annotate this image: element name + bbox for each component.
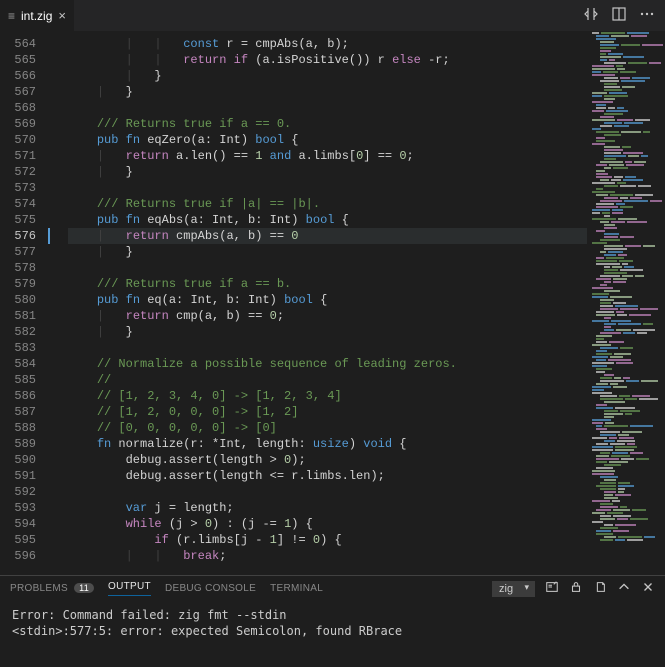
code-line: var j = length; — [68, 500, 587, 516]
line-number: 592 — [0, 484, 50, 500]
code-area[interactable]: | | const r = cmpAbs(a, b); | | return i… — [50, 32, 587, 575]
line-number: 575 — [0, 212, 50, 228]
line-number: 576 — [0, 228, 50, 244]
code-line: | } — [68, 324, 587, 340]
minimap[interactable] — [587, 32, 665, 575]
output-line: <stdin>:577:5: error: expected Semicolon… — [12, 623, 653, 639]
line-number: 596 — [0, 548, 50, 564]
line-number-gutter: 5645655665675685695705715725735745755765… — [0, 32, 50, 575]
code-line: if (r.limbs[j - 1] != 0) { — [68, 532, 587, 548]
code-line — [68, 484, 587, 500]
code-line — [68, 180, 587, 196]
code-line: | | const r = cmpAbs(a, b); — [68, 36, 587, 52]
panel-close-icon[interactable] — [641, 580, 655, 597]
line-number: 583 — [0, 340, 50, 356]
line-number: 564 — [0, 36, 50, 52]
code-line: // — [68, 372, 587, 388]
panel-tab-terminal[interactable]: TERMINAL — [270, 583, 323, 594]
line-number: 568 — [0, 100, 50, 116]
code-line: | return cmpAbs(a, b) == 0 — [68, 228, 587, 244]
code-line: fn normalize(r: *Int, length: usize) voi… — [68, 436, 587, 452]
line-number: 582 — [0, 324, 50, 340]
panel-tab-problems[interactable]: PROBLEMS 11 — [10, 583, 94, 594]
line-number: 577 — [0, 244, 50, 260]
line-number: 589 — [0, 436, 50, 452]
more-icon[interactable] — [639, 6, 655, 26]
code-line: | return a.len() == 1 and a.limbs[0] == … — [68, 148, 587, 164]
code-line: debug.assert(length <= r.limbs.len); — [68, 468, 587, 484]
code-line: // [1, 2, 0, 0, 0] -> [1, 2] — [68, 404, 587, 420]
code-line: | } — [68, 84, 587, 100]
active-line-indicator — [48, 228, 50, 244]
tab-filename: int.zig — [21, 9, 52, 23]
split-editor-icon[interactable] — [611, 6, 627, 26]
tab-int-zig[interactable]: ≡ int.zig × — [0, 0, 74, 31]
file-icon: ≡ — [8, 9, 15, 23]
line-number: 571 — [0, 148, 50, 164]
code-line — [68, 100, 587, 116]
code-line: pub fn eq(a: Int, b: Int) bool { — [68, 292, 587, 308]
code-line: pub fn eqAbs(a: Int, b: Int) bool { — [68, 212, 587, 228]
clear-output-icon[interactable] — [545, 580, 559, 597]
line-number: 565 — [0, 52, 50, 68]
line-number: 581 — [0, 308, 50, 324]
code-line: | } — [68, 68, 587, 84]
line-number: 590 — [0, 452, 50, 468]
code-line: | return cmp(a, b) == 0; — [68, 308, 587, 324]
line-number: 578 — [0, 260, 50, 276]
compare-icon[interactable] — [583, 6, 599, 26]
line-number: 593 — [0, 500, 50, 516]
code-line — [68, 260, 587, 276]
line-number: 588 — [0, 420, 50, 436]
panel-tab-bar: PROBLEMS 11 OUTPUT DEBUG CONSOLE TERMINA… — [0, 575, 665, 601]
line-number: 584 — [0, 356, 50, 372]
chevron-up-icon[interactable] — [617, 580, 631, 597]
line-number: 574 — [0, 196, 50, 212]
code-line: /// Returns true if a == 0. — [68, 116, 587, 132]
code-line: // Normalize a possible sequence of lead… — [68, 356, 587, 372]
panel-tab-debug[interactable]: DEBUG CONSOLE — [165, 583, 256, 594]
code-line: while (j > 0) : (j -= 1) { — [68, 516, 587, 532]
line-number: 585 — [0, 372, 50, 388]
output-panel[interactable]: Error: Command failed: zig fmt --stdin <… — [0, 601, 665, 667]
editor-actions — [583, 6, 665, 26]
output-line: Error: Command failed: zig fmt --stdin — [12, 607, 653, 623]
code-line: | } — [68, 244, 587, 260]
code-line: | | break; — [68, 548, 587, 564]
line-number: 567 — [0, 84, 50, 100]
tab-bar: ≡ int.zig × — [0, 0, 665, 32]
open-log-icon[interactable] — [593, 580, 607, 597]
line-number: 566 — [0, 68, 50, 84]
code-line: debug.assert(length > 0); — [68, 452, 587, 468]
line-number: 573 — [0, 180, 50, 196]
line-number: 595 — [0, 532, 50, 548]
code-line: | | return if (a.isPositive()) r else -r… — [68, 52, 587, 68]
code-line: | } — [68, 164, 587, 180]
code-line: // [1, 2, 3, 4, 0] -> [1, 2, 3, 4] — [68, 388, 587, 404]
problems-badge: 11 — [74, 583, 94, 593]
line-number: 591 — [0, 468, 50, 484]
line-number: 570 — [0, 132, 50, 148]
line-number: 594 — [0, 516, 50, 532]
line-number: 586 — [0, 388, 50, 404]
editor-area: 5645655665675685695705715725735745755765… — [0, 32, 665, 575]
code-line: /// Returns true if |a| == |b|. — [68, 196, 587, 212]
code-line: /// Returns true if a == b. — [68, 276, 587, 292]
tab-list: ≡ int.zig × — [0, 0, 74, 31]
close-icon[interactable]: × — [58, 8, 66, 23]
lock-scroll-icon[interactable] — [569, 580, 583, 597]
code-line: pub fn eqZero(a: Int) bool { — [68, 132, 587, 148]
line-number: 579 — [0, 276, 50, 292]
output-channel-select[interactable]: zig — [492, 581, 535, 597]
code-line — [68, 340, 587, 356]
line-number: 569 — [0, 116, 50, 132]
panel-tab-output[interactable]: OUTPUT — [108, 581, 151, 596]
line-number: 587 — [0, 404, 50, 420]
line-number: 572 — [0, 164, 50, 180]
line-number: 580 — [0, 292, 50, 308]
code-line: // [0, 0, 0, 0, 0] -> [0] — [68, 420, 587, 436]
